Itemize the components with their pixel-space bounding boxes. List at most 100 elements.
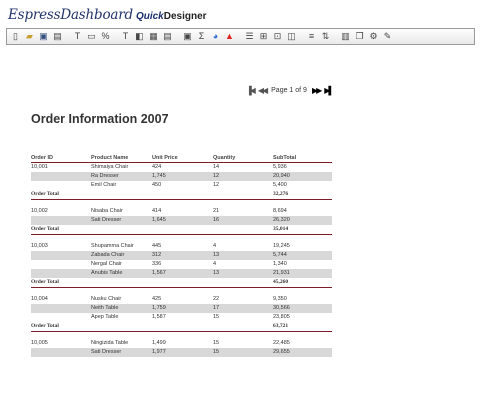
grid-icon[interactable]: ⊞ (257, 30, 270, 43)
table-row: Anubis Table 1,567 13 21,931 (31, 269, 332, 278)
open-icon[interactable]: ▰ (23, 30, 36, 43)
table-cell (31, 304, 91, 313)
col-product-name: Product Name (91, 155, 129, 161)
table-cell: Ningizida Table (91, 340, 129, 346)
table-cell: Neith Table (91, 304, 152, 313)
align-icon[interactable]: ☰ (243, 30, 256, 43)
table-cell: 1,745 (152, 172, 213, 181)
table-cell: 14 (213, 164, 220, 170)
table-cell: Order Total (31, 225, 91, 235)
table-cell (213, 225, 273, 235)
table-cell: 21,931 (273, 269, 332, 278)
table-cell: 5,936 (273, 164, 287, 170)
table-cell (91, 322, 152, 332)
table-cell: 336 (152, 261, 162, 267)
table-row: 10,002 Nisaba Chair 414 21 8,694 (31, 207, 332, 216)
warning-icon[interactable]: ▲ (223, 30, 236, 43)
table-cell: Emil Chair (91, 182, 117, 188)
table-cell: Sati Dresser (91, 348, 152, 357)
table-row: Nergal Chair 336 4 1,340 (31, 260, 332, 269)
table-cell: 450 (152, 182, 162, 188)
table-cell: 26,320 (273, 216, 332, 225)
frame-icon[interactable]: ▭ (85, 30, 98, 43)
table-cell: 15 (213, 340, 220, 346)
table-cell (31, 269, 91, 278)
layer-icon[interactable]: ◫ (285, 30, 298, 43)
save-icon[interactable]: ▣ (37, 30, 50, 43)
sort-icon[interactable]: ⇅ (319, 30, 332, 43)
settings-icon[interactable]: ⚙ (367, 30, 380, 43)
table-cell: 13 (213, 251, 273, 260)
logo-product: Quick (135, 11, 164, 22)
table-cell: 5,400 (273, 182, 287, 188)
col-quantity: Quantity (213, 155, 236, 161)
insert-icon[interactable]: ▣ (181, 30, 194, 43)
copy-icon[interactable]: ❐ (353, 30, 366, 43)
table-cell: 63,721 (273, 322, 332, 332)
table-cell: 5,744 (273, 251, 332, 260)
table-cell (91, 190, 152, 200)
first-page-icon[interactable]: ▐◀ (246, 86, 256, 95)
table-cell: 4 (213, 261, 217, 267)
sum-icon[interactable]: Σ (195, 30, 208, 43)
table-cell: Apep Table (91, 314, 119, 320)
table-cell: 15 (213, 314, 220, 320)
new-icon[interactable]: ▯ (9, 30, 22, 43)
chart-icon[interactable]: ▦ (147, 30, 160, 43)
table-cell: 1,645 (152, 216, 213, 225)
columns-icon[interactable]: ▥ (339, 30, 352, 43)
table-row: Zabada Chair 312 13 5,744 (31, 251, 332, 260)
table-cell: 1,759 (152, 304, 213, 313)
table-cell: 10,001 (31, 164, 48, 170)
table-icon[interactable]: ▤ (161, 30, 174, 43)
next-page-icon[interactable]: ▶▶ (312, 86, 322, 95)
table-cell: 20,940 (273, 172, 332, 181)
table-cell: Nisaba Chair (91, 208, 123, 214)
prev-page-icon[interactable]: ◀◀ (258, 86, 268, 95)
table-cell (213, 322, 273, 332)
last-page-icon[interactable]: ▶▌ (324, 86, 334, 95)
table-cell (152, 190, 213, 200)
table-cell (152, 322, 213, 332)
row-spacer (31, 332, 332, 340)
table-cell: 8,694 (273, 208, 287, 214)
table-cell (213, 278, 273, 288)
export-icon[interactable]: ▤ (51, 30, 64, 43)
table-cell (31, 181, 91, 190)
piechart-icon[interactable]: ◕ (209, 30, 222, 43)
table-row: Emil Chair 450 12 5,400 (31, 181, 332, 190)
image-icon[interactable]: ◧ (133, 30, 146, 43)
snap-icon[interactable]: ⊡ (271, 30, 284, 43)
table-cell: Zabada Chair (91, 251, 152, 260)
table-cell: 32,276 (273, 190, 332, 200)
table-cell: 45,260 (273, 278, 332, 288)
textfield-icon[interactable]: T (119, 30, 132, 43)
list-icon[interactable]: ≡ (305, 30, 318, 43)
row-spacer (31, 235, 332, 243)
table-cell: 10,005 (31, 340, 48, 346)
text-icon[interactable]: T (71, 30, 84, 43)
table-cell: 12 (213, 172, 273, 181)
tools-icon[interactable]: ✎ (381, 30, 394, 43)
table-cell (31, 313, 91, 322)
table-cell: 1,567 (152, 269, 213, 278)
table-row: 10,003 Shupamma Chair 445 4 19,245 (31, 242, 332, 251)
table-cell: 12 (213, 182, 220, 188)
format-icon[interactable]: % (99, 30, 112, 43)
table-cell: Anubis Table (91, 269, 152, 278)
pager: ▐◀ ◀◀ Page 1 of 9 ▶▶ ▶▌ (244, 86, 334, 95)
table-row: Sati Dresser 1,645 16 26,320 (31, 216, 332, 225)
table-cell: 1,340 (273, 261, 287, 267)
table-cell: 17 (213, 304, 273, 313)
table-cell: 21 (213, 208, 220, 214)
table-cell: 15 (213, 348, 273, 357)
main-toolbar: ▯ ▰ ▣ ▤ T ▭% T ◧ ▦ ▤ ▣ Σ ◕ ▲ ☰ ⊞ ⊡ ◫ ≡ ⇅ ▥ ❐ ⚙ ✎ (6, 28, 475, 45)
logo-suffix: Designer (163, 11, 207, 22)
table-cell: 9,350 (273, 296, 287, 302)
table-cell: Nusku Chair (91, 296, 122, 302)
table-cell: Shimaiya Chair (91, 164, 129, 170)
table-cell (91, 225, 152, 235)
table-row: 10,005 Ningizida Table 1,499 15 22,485 (31, 339, 332, 348)
report-table: 10,001 Shimaiya Chair 424 14 5,936 Ra Dresser… (31, 162, 332, 357)
col-order-id: Order ID (31, 155, 54, 161)
